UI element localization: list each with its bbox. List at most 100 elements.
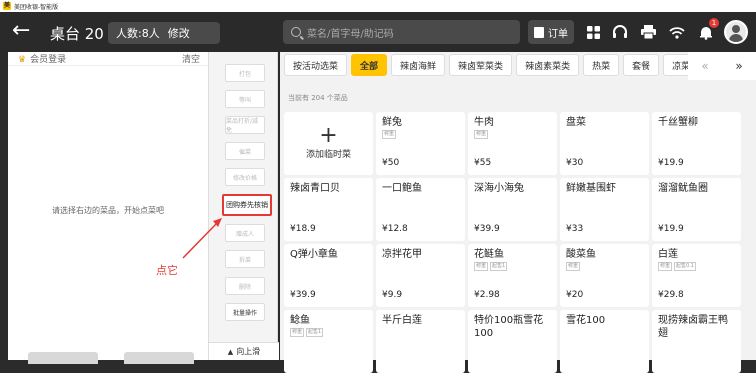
notification-badge: 1 xyxy=(709,18,719,28)
action-wait-button[interactable]: 等叫 xyxy=(225,90,265,108)
action-rush-button[interactable]: 催菜 xyxy=(225,142,265,160)
window-title: 美团收银-智能版 xyxy=(14,3,59,11)
category-tab[interactable]: 辣卤素菜类 xyxy=(516,54,580,76)
search-input[interactable]: 菜名/首字母/助记码 xyxy=(283,20,520,44)
dish-card[interactable]: Q弹小章鱼 ¥39.9 xyxy=(284,244,373,307)
dish-name: 凉拌花甲 xyxy=(382,249,422,260)
dish-card[interactable]: 现捞辣卤霸王鸭翅 xyxy=(652,310,741,373)
printer-icon[interactable] xyxy=(638,22,658,42)
dish-tags: 称重 起售0.1 xyxy=(658,262,735,271)
order-button[interactable]: 订单 xyxy=(528,20,574,44)
group-coupon-verify-button[interactable]: 团购券先核销 xyxy=(222,194,272,216)
category-tab[interactable]: 套餐 xyxy=(623,54,660,76)
member-login-label: 会员登录 xyxy=(30,55,67,65)
dish-price: ¥12.8 xyxy=(382,224,408,234)
scroll-up-button[interactable]: ▲ 向上滑 xyxy=(209,342,279,360)
dish-price: ¥33 xyxy=(566,224,584,234)
dish-tag: 起售1 xyxy=(306,328,324,337)
dish-name: 溜溜鱿鱼圈 xyxy=(658,183,708,194)
back-arrow-icon[interactable]: ← xyxy=(12,20,30,42)
dish-tag: 称重 xyxy=(382,130,397,139)
add-temp-dish-button[interactable]: + 添加临时菜 xyxy=(284,112,373,175)
dish-name: 白莲 xyxy=(658,249,678,260)
action-column: 打包 等叫 菜品打折/减免 催菜 修改价格 团购券先核销 赠成人 拆菜 删除 批… xyxy=(208,52,279,360)
dish-name: 鲶鱼 xyxy=(290,315,310,326)
dish-card[interactable]: 半斤白莲 xyxy=(376,310,465,373)
dish-card[interactable]: 深海小海兔 ¥39.9 xyxy=(468,178,557,241)
action-pack-button[interactable]: 打包 xyxy=(225,64,265,82)
dish-card[interactable]: 花鲢鱼 称重 起售1 ¥2.98 xyxy=(468,244,557,307)
search-placeholder: 菜名/首字母/助记码 xyxy=(307,28,394,40)
dish-tag: 称重 xyxy=(474,262,489,271)
dish-card[interactable]: 牛肉 称重 ¥55 xyxy=(468,112,557,175)
dish-card[interactable]: 辣卤青口贝 ¥18.9 xyxy=(284,178,373,241)
dish-price: ¥55 xyxy=(474,158,492,168)
people-count-label: 人数:8人 xyxy=(116,27,160,40)
dish-price: ¥29.8 xyxy=(658,290,684,300)
dish-name: Q弹小章鱼 xyxy=(290,249,338,260)
bottom-button-left[interactable] xyxy=(28,352,98,364)
menu-area: 按活动选菜 全部 辣卤海鲜 辣卤荤菜类 辣卤素菜类 热菜 套餐 凉菜 « » 当前有 204 … xyxy=(280,52,756,373)
dish-card[interactable]: 千丝蟹柳 ¥19.9 xyxy=(652,112,741,175)
action-split-button[interactable]: 拆菜 xyxy=(225,250,265,268)
member-login-button[interactable]: ♛ 会员登录 xyxy=(18,52,66,65)
dish-price: ¥39.9 xyxy=(474,224,500,234)
action-delete-button[interactable]: 删除 xyxy=(225,277,265,295)
dish-card[interactable]: 溜溜鱿鱼圈 ¥19.9 xyxy=(652,178,741,241)
dish-card[interactable]: 鲜嫩基围虾 ¥33 xyxy=(560,178,649,241)
dish-name: 千丝蟹柳 xyxy=(658,117,698,128)
dish-card[interactable]: 鲜兔 称重 ¥50 xyxy=(376,112,465,175)
dish-tag: 起售1 xyxy=(490,262,508,271)
bottom-button-right[interactable] xyxy=(124,352,194,364)
order-label: 订单 xyxy=(548,28,568,40)
category-prev-icon[interactable]: « xyxy=(701,59,708,73)
batch-operation-button[interactable]: 批量操作 xyxy=(225,303,265,321)
grid-menu-icon[interactable] xyxy=(583,22,603,42)
avatar[interactable] xyxy=(724,20,748,44)
dish-price: ¥39.9 xyxy=(290,290,316,300)
dish-count: 当前有 204 个菜品 xyxy=(288,94,348,102)
action-gift-button[interactable]: 赠成人 xyxy=(225,224,265,242)
member-row: ♛ 会员登录 清空 xyxy=(8,52,208,66)
dish-card[interactable]: 盘菜 ¥30 xyxy=(560,112,649,175)
top-bar: ← 桌台 20 人数:8人 修改 菜名/首字母/助记码 订单 1 xyxy=(0,12,756,52)
notification-bell-icon[interactable]: 1 xyxy=(696,18,719,42)
action-modify-price-button[interactable]: 修改价格 xyxy=(225,168,265,186)
dish-card[interactable]: 特价100瓶雪花100 xyxy=(468,310,557,373)
wifi-icon[interactable] xyxy=(667,22,687,42)
action-discount-button[interactable]: 菜品打折/减免 xyxy=(225,116,265,134)
dish-tag: 称重 xyxy=(658,262,673,271)
dish-tags: 称重 起售1 xyxy=(290,328,367,337)
clear-button[interactable]: 清空 xyxy=(182,52,200,65)
category-tab[interactable]: 辣卤荤菜类 xyxy=(449,54,513,76)
annotation-text: 点它 xyxy=(156,264,178,277)
dish-card[interactable]: 雪花100 xyxy=(560,310,649,373)
dish-tags: 称重 xyxy=(566,262,643,271)
dish-tags: 称重 xyxy=(474,130,551,139)
category-tab[interactable]: 按活动选菜 xyxy=(284,54,348,76)
dish-price: ¥20 xyxy=(566,290,584,300)
modify-label: 修改 xyxy=(167,27,190,40)
dish-name: 半斤白莲 xyxy=(382,315,422,326)
dish-card[interactable]: 一口鲍鱼 ¥12.8 xyxy=(376,178,465,241)
dish-name: 鲜嫩基围虾 xyxy=(566,183,616,194)
category-tab[interactable]: 辣卤海鲜 xyxy=(391,54,446,76)
dish-price: ¥2.98 xyxy=(474,290,500,300)
people-count-button[interactable]: 人数:8人 修改 xyxy=(108,22,220,44)
dish-name: 辣卤青口贝 xyxy=(290,183,340,194)
category-tab[interactable]: 热菜 xyxy=(583,54,620,76)
dish-card[interactable]: 鲶鱼称重 起售1 xyxy=(284,310,373,373)
table-title: 桌台 20 xyxy=(50,25,104,43)
dish-card[interactable]: 白莲称重 起售0.1 ¥29.8 xyxy=(652,244,741,307)
add-temp-dish-label: 添加临时菜 xyxy=(305,150,351,160)
dish-price: ¥50 xyxy=(382,158,400,168)
plus-icon: + xyxy=(319,123,338,148)
dish-card[interactable]: 凉拌花甲 ¥9.9 xyxy=(376,244,465,307)
dish-price: ¥30 xyxy=(566,158,584,168)
dish-name: 盘菜 xyxy=(566,117,586,128)
category-next-icon[interactable]: » xyxy=(735,59,742,73)
dish-card[interactable]: 酸菜鱼 称重 ¥20 xyxy=(560,244,649,307)
category-tab[interactable]: 全部 xyxy=(351,54,388,76)
dish-tags: 称重 xyxy=(382,130,459,139)
headset-support-icon[interactable] xyxy=(610,22,630,42)
